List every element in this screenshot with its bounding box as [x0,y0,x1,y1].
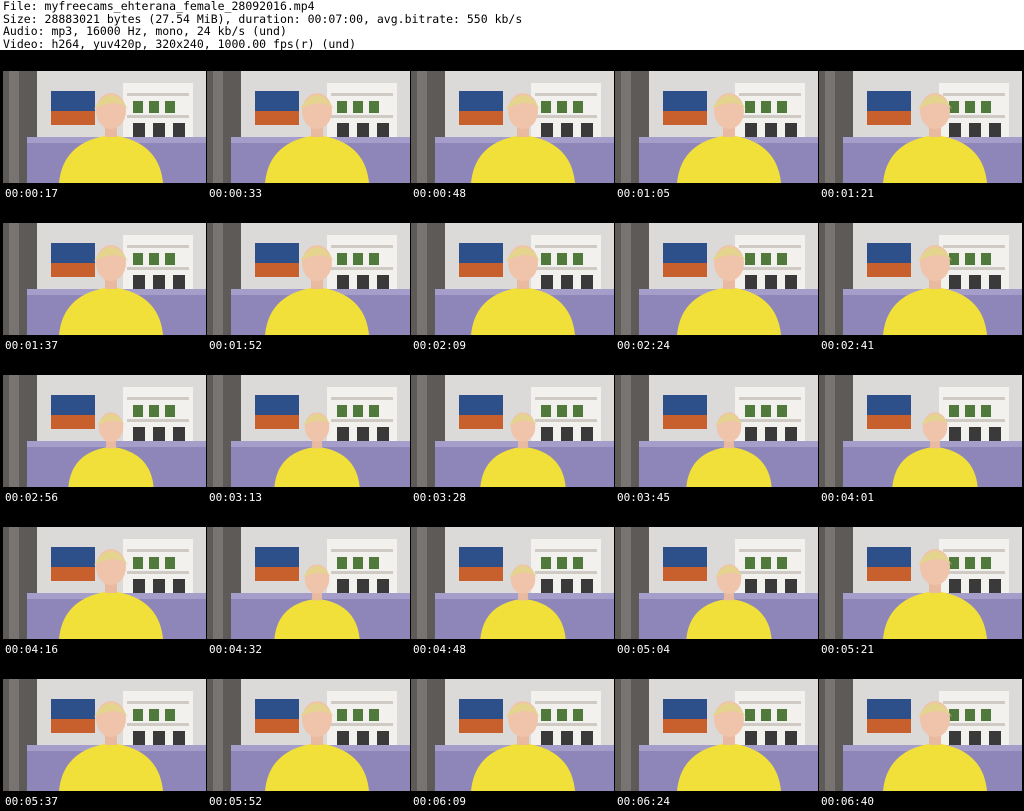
video-frame-image [615,527,818,639]
thumbnail-timestamp: 00:02:09 [413,339,466,352]
video-frame-image [411,679,614,791]
video-frame-image [819,375,1022,487]
thumbnail-frame [411,679,614,791]
thumbnail-frame [207,527,410,639]
thumbnail-frame [3,679,206,791]
thumbnail-timestamp: 00:00:33 [209,187,262,200]
thumbnail-frame [615,527,818,639]
thumbnail-timestamp: 00:06:24 [617,795,670,808]
file-name-line: File: myfreecams_ehterana_female_2809201… [3,0,315,13]
thumbnail-frame [615,375,818,487]
thumbnail-timestamp: 00:05:37 [5,795,58,808]
thumbnail-frame [3,71,206,183]
video-frame-image [3,375,206,487]
video-frame-image [411,527,614,639]
video-frame-image [819,223,1022,335]
thumbnail-timestamp: 00:04:01 [821,491,874,504]
thumbnail-timestamp: 00:04:16 [5,643,58,656]
thumbnail-frame [819,679,1022,791]
video-frame-image [615,679,818,791]
thumbnail-timestamp: 00:00:17 [5,187,58,200]
video-frame-image [819,71,1022,183]
thumbnail-timestamp: 00:03:13 [209,491,262,504]
thumbnail-timestamp: 00:01:21 [821,187,874,200]
thumbnail-timestamp: 00:02:24 [617,339,670,352]
video-info-line: Video: h264, yuv420p, 320x240, 1000.00 f… [3,36,357,51]
contact-sheet: 00:00:17 00:00:33 00:00:48 00:01:05 00:01:21… [0,50,1024,811]
thumbnail-timestamp: 00:04:32 [209,643,262,656]
video-frame-image [3,71,206,183]
thumbnail-frame [411,375,614,487]
thumbnail-frame [207,223,410,335]
thumbnail-frame [615,223,818,335]
thumbnail-timestamp: 00:06:09 [413,795,466,808]
video-frame-image [3,223,206,335]
video-frame-image [207,223,410,335]
thumbnail-frame [819,527,1022,639]
thumbnail-frame [411,223,614,335]
video-frame-image [207,527,410,639]
video-frame-image [819,527,1022,639]
thumbnail-frame [207,679,410,791]
thumbnail-frame [3,527,206,639]
video-frame-image [207,679,410,791]
video-frame-image [819,679,1022,791]
video-frame-image [207,71,410,183]
thumbnail-frame [3,375,206,487]
video-frame-image [615,223,818,335]
thumbnail-frame [819,71,1022,183]
video-frame-image [3,527,206,639]
thumbnail-timestamp: 00:03:28 [413,491,466,504]
audio-info-line: Audio: mp3, 16000 Hz, mono, 24 kb/s (und… [3,24,287,38]
video-frame-image [411,375,614,487]
thumbnail-frame [411,71,614,183]
thumbnail-frame [3,223,206,335]
thumbnail-timestamp: 00:04:48 [413,643,466,656]
thumbnail-frame [819,223,1022,335]
thumbnail-timestamp: 00:05:21 [821,643,874,656]
thumbnail-timestamp: 00:01:37 [5,339,58,352]
thumbnail-grid: 00:00:17 00:00:33 00:00:48 00:01:05 00:01:21… [0,50,1024,811]
thumbnail-timestamp: 00:00:48 [413,187,466,200]
thumbnail-timestamp: 00:05:04 [617,643,670,656]
thumbnail-timestamp: 00:02:41 [821,339,874,352]
video-frame-image [615,375,818,487]
thumbnail-frame [207,71,410,183]
thumbnail-timestamp: 00:03:45 [617,491,670,504]
thumbnail-frame [411,527,614,639]
thumbnail-frame [615,71,818,183]
video-frame-image [207,375,410,487]
thumbnail-timestamp: 00:06:40 [821,795,874,808]
thumbnail-timestamp: 00:01:05 [617,187,670,200]
video-frame-image [411,71,614,183]
thumbnail-timestamp: 00:05:52 [209,795,262,808]
video-frame-image [3,679,206,791]
thumbnail-timestamp: 00:02:56 [5,491,58,504]
thumbnail-frame [819,375,1022,487]
video-frame-image [615,71,818,183]
thumbnail-timestamp: 00:01:52 [209,339,262,352]
thumbnail-frame [615,679,818,791]
video-frame-image [411,223,614,335]
thumbnail-frame [207,375,410,487]
file-info-header: File: myfreecams_ehterana_female_2809201… [3,0,1021,50]
